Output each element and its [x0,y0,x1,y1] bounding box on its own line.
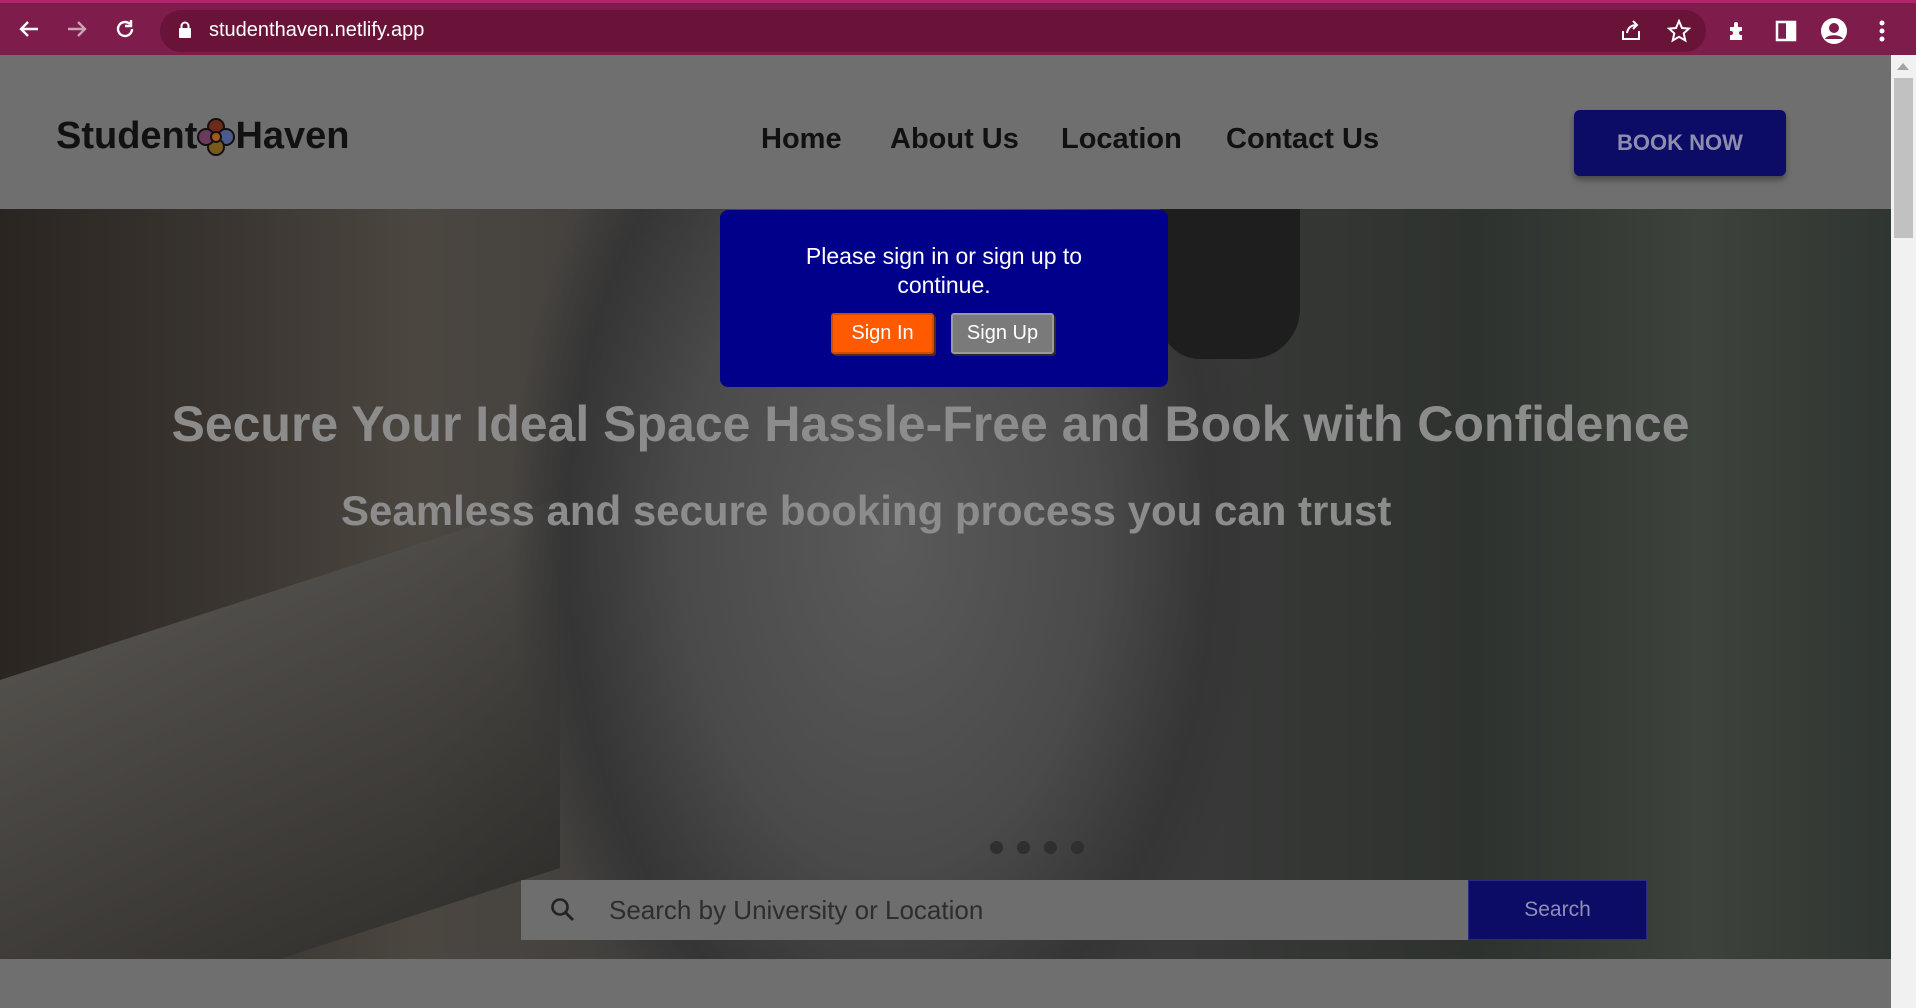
scrollbar-thumb[interactable] [1894,78,1913,238]
carousel-dot[interactable] [1017,841,1030,854]
nav-home[interactable]: Home [761,123,842,156]
search-icon [521,880,605,940]
logo-text-right: Haven [235,115,350,157]
hero-background-building [0,498,560,959]
flower-logo-icon [197,117,236,156]
hero-title-text: Secure Your Ideal Space Hassle-Free and … [171,396,1690,452]
nav-contact-us[interactable]: Contact Us [1226,123,1379,156]
browser-toolbar: studenthaven.netlify.app [0,0,1916,55]
logo-text-left: Student [56,115,198,157]
side-panel-icon[interactable] [1772,17,1800,45]
web-page: Student Haven Home About Us Location Con… [0,55,1891,1008]
site-logo[interactable]: Student Haven [56,115,350,158]
carousel-dots [990,841,1084,854]
sign-up-button[interactable]: Sign Up [951,313,1054,354]
carousel-dot[interactable] [1044,841,1057,854]
nav-about-us[interactable]: About Us [890,123,1019,156]
search-input[interactable] [605,880,1468,940]
hero-title: Secure Your Ideal Space Hassle-Free and … [0,395,1891,453]
url-text: studenthaven.netlify.app [209,19,425,41]
scrollbar[interactable] [1891,55,1916,1008]
modal-message: Please sign in or sign up to continue. [805,243,1083,298]
carousel-dot[interactable] [1071,841,1084,854]
hero-background-cap [1160,209,1300,359]
extensions-icon[interactable] [1724,17,1752,45]
profile-icon[interactable] [1820,17,1848,45]
sign-in-button[interactable]: Sign In [831,313,934,354]
sign-in-modal: Please sign in or sign up to continue. S… [720,210,1168,387]
nav-location[interactable]: Location [1061,123,1182,156]
scroll-up-arrow-icon[interactable] [1897,63,1909,70]
back-arrow-icon[interactable] [15,15,43,43]
page-section-below [0,959,1891,1008]
forward-arrow-icon[interactable] [63,15,91,43]
site-header: Student Haven Home About Us Location Con… [0,55,1891,209]
search-button[interactable]: Search [1468,880,1647,940]
carousel-dot[interactable] [990,841,1003,854]
share-icon[interactable] [1617,17,1645,45]
book-now-button[interactable]: BOOK NOW [1574,110,1786,176]
star-icon[interactable] [1665,17,1693,45]
lock-icon[interactable] [178,21,192,39]
hero-subtitle: Seamless and secure booking process you … [341,487,1392,534]
search-bar: Search [521,880,1647,940]
reload-icon[interactable] [111,15,139,43]
menu-icon[interactable] [1868,17,1896,45]
